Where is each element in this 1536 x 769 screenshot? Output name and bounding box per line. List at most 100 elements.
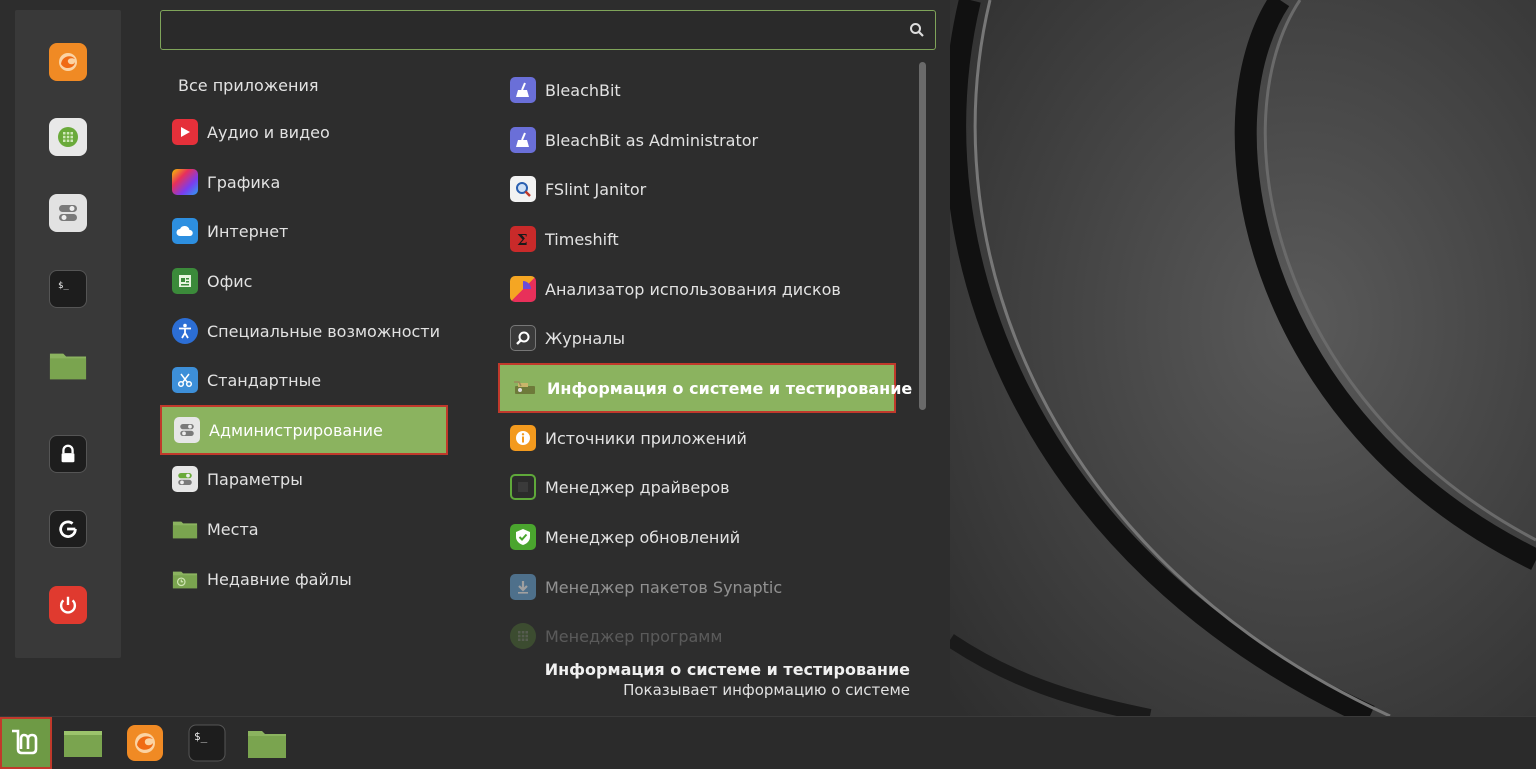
category-preferences[interactable]: Параметры bbox=[160, 454, 448, 504]
app-system-info-benchmark[interactable]: Информация о системе и тестирование bbox=[498, 363, 912, 413]
graphics-icon bbox=[172, 169, 198, 195]
app-description-title: Информация о системе и тестирование bbox=[544, 660, 910, 679]
app-synaptic[interactable]: Менеджер пакетов Synaptic bbox=[498, 562, 896, 612]
app-label: Анализатор использования дисков bbox=[545, 279, 841, 299]
panel-show-desktop-button[interactable] bbox=[62, 723, 104, 763]
folder-icon bbox=[248, 731, 286, 758]
category-office[interactable]: Офис bbox=[160, 256, 448, 306]
download-icon bbox=[510, 574, 536, 600]
terminal-icon: $_ bbox=[58, 281, 69, 291]
chip-icon bbox=[510, 474, 536, 500]
logs-icon bbox=[510, 325, 536, 351]
app-logs[interactable]: Журналы bbox=[498, 313, 896, 363]
svg-text:Σ: Σ bbox=[517, 231, 528, 248]
app-label: BleachBit bbox=[545, 80, 621, 100]
timeshift-icon: Σ bbox=[510, 226, 536, 252]
search-input[interactable] bbox=[171, 17, 895, 45]
linux-mint-logo-icon bbox=[12, 729, 38, 755]
cloud-icon bbox=[172, 218, 198, 244]
logout-icon bbox=[59, 520, 77, 538]
app-bleachbit[interactable]: BleachBit bbox=[498, 65, 896, 115]
svg-text:$_: $_ bbox=[194, 730, 208, 743]
shield-icon bbox=[510, 524, 536, 550]
category-label: Администрирование bbox=[209, 420, 383, 440]
magnifier-doc-icon bbox=[510, 176, 536, 202]
logout-button[interactable] bbox=[49, 510, 87, 548]
category-recent-files[interactable]: Недавние файлы bbox=[160, 554, 448, 604]
folder-icon bbox=[172, 516, 198, 542]
broom-icon bbox=[510, 127, 536, 153]
panel-firefox-launcher[interactable] bbox=[124, 723, 166, 763]
firefox-icon bbox=[59, 53, 77, 71]
category-internet[interactable]: Интернет bbox=[160, 206, 448, 256]
folder-icon bbox=[49, 353, 87, 380]
scissors-icon bbox=[172, 367, 198, 393]
toggle-settings-icon bbox=[59, 205, 77, 221]
desktop-wallpaper bbox=[950, 0, 1536, 716]
firefox-favorite[interactable] bbox=[49, 43, 87, 81]
app-label: Менеджер драйверов bbox=[545, 477, 730, 497]
lock-screen-button[interactable] bbox=[49, 435, 87, 473]
category-label: Графика bbox=[207, 172, 281, 192]
hardinfo-icon bbox=[512, 375, 538, 401]
category-audio-video[interactable]: Аудио и видео bbox=[160, 107, 448, 157]
app-bleachbit-admin[interactable]: BleachBit as Administrator bbox=[498, 115, 896, 165]
category-administration[interactable]: Администрирование bbox=[160, 405, 448, 455]
app-label: Менеджер пакетов Synaptic bbox=[545, 577, 783, 597]
app-label: Менеджер программ bbox=[545, 626, 723, 646]
category-label: Стандартные bbox=[207, 370, 322, 390]
app-label: Источники приложений bbox=[545, 428, 747, 448]
files-favorite[interactable] bbox=[49, 346, 87, 384]
app-label: Информация о системе и тестирование bbox=[547, 378, 913, 398]
settings-icon bbox=[172, 466, 198, 492]
category-accessories[interactable]: Стандартные bbox=[160, 355, 448, 405]
taskbar-panel: $_ bbox=[0, 716, 1536, 769]
info-icon bbox=[510, 425, 536, 451]
svg-text:$_: $_ bbox=[58, 281, 69, 291]
desktop-folder-icon bbox=[64, 731, 102, 757]
app-driver-manager[interactable]: Менеджер драйверов bbox=[498, 462, 896, 512]
app-label: Менеджер обновлений bbox=[545, 527, 741, 547]
settings-favorite[interactable] bbox=[49, 194, 87, 232]
grid-icon bbox=[58, 127, 78, 147]
application-menu: $_ Все приложения Аудио и видео Графика … bbox=[0, 0, 950, 716]
power-icon bbox=[59, 596, 77, 614]
all-applications-category[interactable]: Все приложения bbox=[178, 76, 318, 95]
panel-files-launcher[interactable] bbox=[246, 723, 288, 763]
grid-icon bbox=[510, 623, 536, 649]
search-icon[interactable] bbox=[909, 22, 925, 38]
app-fslint-janitor[interactable]: FSlint Janitor bbox=[498, 164, 896, 214]
category-label: Места bbox=[207, 519, 259, 539]
category-label: Интернет bbox=[207, 221, 289, 241]
start-menu-button[interactable] bbox=[0, 717, 52, 769]
app-timeshift[interactable]: Σ Timeshift bbox=[498, 214, 896, 264]
app-software-manager[interactable]: Менеджер программ bbox=[498, 611, 896, 661]
app-label: Журналы bbox=[545, 328, 625, 348]
broom-icon bbox=[510, 77, 536, 103]
app-label: FSlint Janitor bbox=[545, 179, 647, 199]
category-accessibility[interactable]: Специальные возможности bbox=[160, 306, 448, 356]
app-label: BleachBit as Administrator bbox=[545, 130, 759, 150]
accessibility-icon bbox=[172, 318, 198, 344]
admin-icon bbox=[174, 417, 200, 443]
shutdown-button[interactable] bbox=[49, 586, 87, 624]
category-graphics[interactable]: Графика bbox=[160, 157, 448, 207]
panel-terminal-launcher[interactable]: $_ bbox=[186, 723, 228, 763]
favorites-sidebar: $_ bbox=[15, 10, 121, 658]
category-label: Офис bbox=[207, 271, 253, 291]
software-manager-favorite[interactable] bbox=[49, 118, 87, 156]
search-box[interactable] bbox=[160, 10, 936, 50]
category-places[interactable]: Места bbox=[160, 504, 448, 554]
app-disk-usage-analyzer[interactable]: Анализатор использования дисков bbox=[498, 264, 896, 314]
app-update-manager[interactable]: Менеджер обновлений bbox=[498, 512, 896, 562]
app-software-sources[interactable]: Источники приложений bbox=[498, 413, 896, 463]
terminal-icon: $_ bbox=[188, 724, 226, 762]
office-icon bbox=[172, 268, 198, 294]
firefox-icon bbox=[127, 725, 163, 761]
category-label: Параметры bbox=[207, 469, 303, 489]
applications-scrollbar[interactable] bbox=[919, 62, 926, 410]
category-label: Специальные возможности bbox=[207, 321, 441, 341]
terminal-favorite[interactable]: $_ bbox=[49, 270, 87, 308]
lock-icon bbox=[61, 444, 75, 463]
recent-folder-icon bbox=[172, 566, 198, 592]
